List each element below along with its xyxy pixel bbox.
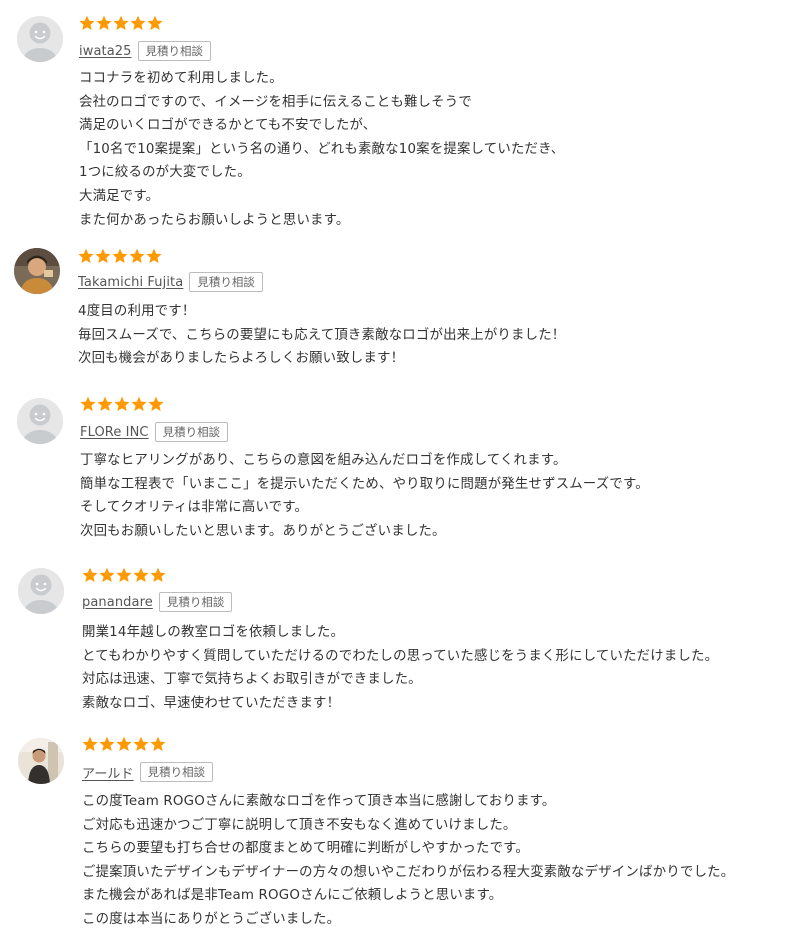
star-icon xyxy=(78,248,94,263)
review-line: 満足のいくロゴができるかとても不安でしたが、 xyxy=(79,118,377,134)
star-icon xyxy=(79,15,95,30)
star-icon xyxy=(112,248,128,263)
review-line: 簡単な工程表で「いまここ」を提示いただくため、やり取りに問題が発生せずスムーズで… xyxy=(80,476,649,492)
review-username[interactable]: Takamichi Fujita xyxy=(78,275,183,290)
review-line: とてもわかりやすく質問していただけるのでわたしの思っていた感じをうまく形にしてい… xyxy=(82,648,719,664)
default-avatar-icon[interactable] xyxy=(17,398,63,444)
review-line: 毎回スムーズで、こちらの要望にも応えて頂き素敵なロゴが出来上がりました！ xyxy=(78,327,566,343)
star-icon xyxy=(99,567,115,582)
estimate-consult-button[interactable]: 見積り相談 xyxy=(154,422,229,442)
review-line: 次回も機会がありましたらよろしくお願い致します！ xyxy=(78,351,405,367)
star-icon xyxy=(131,396,147,411)
star-icon xyxy=(99,736,115,751)
review-line: こちらの要望も打ち合せの都度まとめて明確に判断がしやすかったです。 xyxy=(82,841,530,857)
review-line: 丁寧なヒアリングがあり、こちらの意図を組み込んだロゴを作成してくれます。 xyxy=(80,453,567,468)
review-username[interactable]: アールド xyxy=(82,763,134,782)
review-username[interactable]: FLORe INC xyxy=(80,425,149,440)
estimate-consult-button[interactable]: 見積り相談 xyxy=(139,762,214,782)
user-photo-icon[interactable] xyxy=(18,738,64,784)
review-line: ご提案頂いたデザインもデザイナーの方々の想いやこだわりが伝わる程大変素敵なデザイ… xyxy=(82,864,735,880)
review-body: 丁寧なヒアリングがあり、こちらの意図を組み込んだロゴを作成してくれます。 簡単な… xyxy=(80,449,649,543)
review-line: また機会があれば是非Team ROGOさんにご依頼しようと思います。 xyxy=(82,888,503,904)
star-icon xyxy=(148,396,164,411)
estimate-consult-button[interactable]: 見積り相談 xyxy=(158,592,233,612)
star-icon xyxy=(113,15,129,30)
star-icon xyxy=(95,248,111,263)
star-icon xyxy=(146,248,162,263)
review-line: 対応は迅速、丁寧で気持ちよくお取引きができました。 xyxy=(82,672,422,688)
star-icon xyxy=(82,736,98,751)
review-line: 大満足です。 xyxy=(79,188,160,204)
star-icon xyxy=(133,567,149,582)
star-icon xyxy=(150,567,166,582)
star-rating xyxy=(82,567,166,583)
review-username[interactable]: iwata25 xyxy=(79,44,132,59)
star-rating xyxy=(79,15,163,31)
star-rating xyxy=(78,248,162,264)
star-icon xyxy=(80,396,96,411)
star-icon xyxy=(129,248,145,263)
user-photo-icon[interactable] xyxy=(14,248,60,294)
star-icon xyxy=(116,736,132,751)
star-icon xyxy=(96,15,112,30)
review-line: ご対応も迅速かつご丁寧に説明して頂き不安もなく進めていけました。 xyxy=(82,817,517,833)
review-line: 次回もお願いしたいと思います。ありがとうございました。 xyxy=(80,523,446,539)
review-line: 会社のロゴですので、イメージを相手に伝えることも難しそうで xyxy=(79,94,472,110)
review-body: この度Team ROGOさんに素敵なロゴを作って頂き本当に感謝しております。 ご… xyxy=(82,790,734,932)
star-icon xyxy=(130,15,146,30)
review-line: また何かあったらお願いしようと思います。 xyxy=(79,212,350,228)
star-icon xyxy=(82,567,98,582)
review-line: そしてクオリティは非常に高いです。 xyxy=(80,500,309,516)
estimate-consult-button[interactable]: 見積り相談 xyxy=(137,41,212,61)
star-icon xyxy=(97,396,113,411)
review-line: 4度目の利用です！ xyxy=(78,304,196,319)
estimate-consult-button[interactable]: 見積り相談 xyxy=(189,272,263,292)
star-icon xyxy=(133,736,149,751)
review-line: ココナラを初めて利用しました。 xyxy=(79,71,283,86)
review-line: 素敵なロゴ、早速使わせていただきます！ xyxy=(82,695,341,711)
review-line: 1つに絞るのが大変でした。 xyxy=(79,165,251,181)
review-body: 4度目の利用です！ 毎回スムーズで、こちらの要望にも応えて頂き素敵なロゴが出来上… xyxy=(78,300,565,371)
star-icon xyxy=(114,396,130,411)
review-line: この度は本当にありがとうございました。 xyxy=(82,911,341,927)
default-avatar-icon[interactable] xyxy=(18,568,64,614)
review-username[interactable]: panandare xyxy=(82,595,153,610)
review-line: 開業14年越しの教室ロゴを依頼しました。 xyxy=(82,625,345,640)
review-body: 開業14年越しの教室ロゴを依頼しました。 とてもわかりやすく質問していただけるの… xyxy=(82,621,718,715)
star-icon xyxy=(147,15,163,30)
review-line: 「10名で10案提案」という名の通り、どれも素敵な10案を提案していただき、 xyxy=(79,141,565,157)
star-rating xyxy=(80,396,164,412)
review-body: ココナラを初めて利用しました。 会社のロゴですので、イメージを相手に伝えることも… xyxy=(79,67,564,232)
star-rating xyxy=(82,736,166,752)
star-icon xyxy=(116,567,132,582)
review-line: この度Team ROGOさんに素敵なロゴを作って頂き本当に感謝しております。 xyxy=(82,794,556,809)
star-icon xyxy=(150,736,166,751)
default-avatar-icon[interactable] xyxy=(17,16,63,62)
